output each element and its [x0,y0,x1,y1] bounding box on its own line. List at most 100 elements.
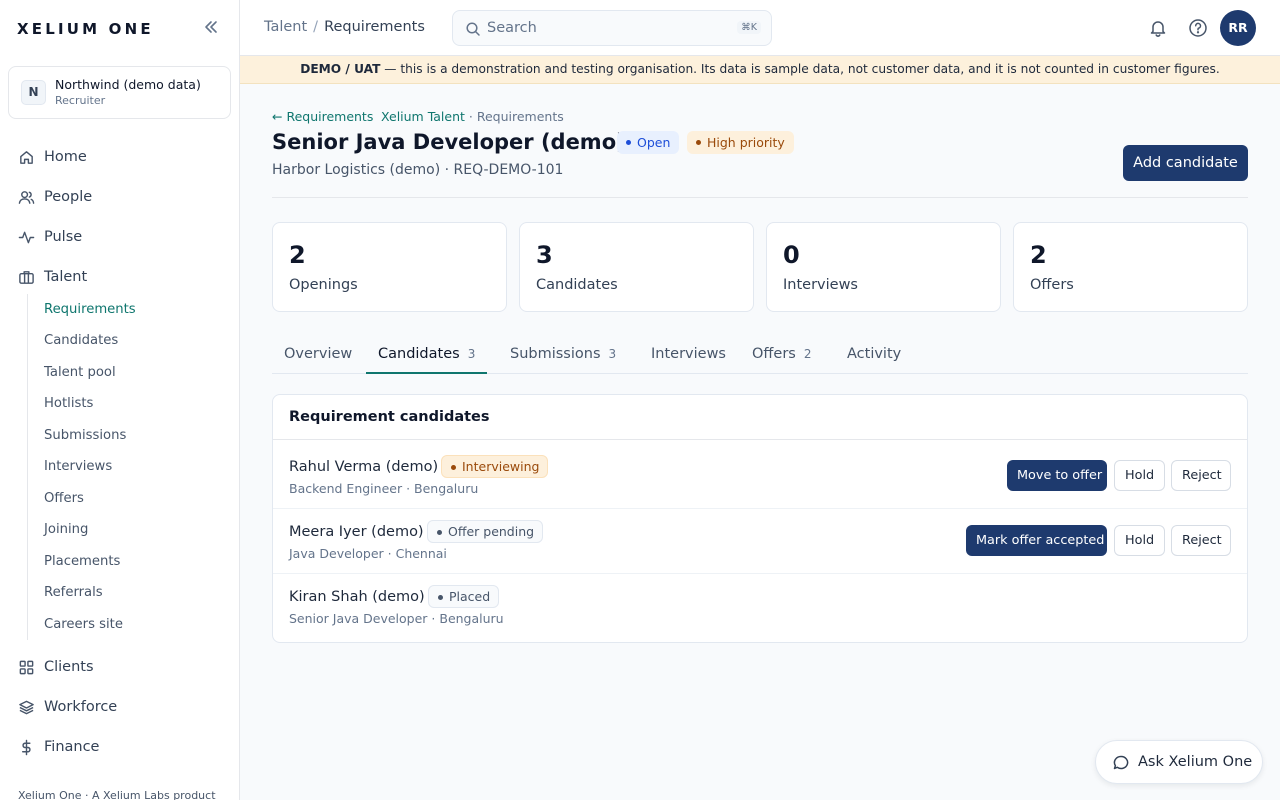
tab-overview[interactable]: Overview [272,334,364,373]
tab-label: Activity [847,346,902,362]
requirement-path: Xelium Talent · Requirements [381,109,564,124]
stat-card-openings: 2 Openings [272,222,507,312]
candidate-meta: Backend Engineer · Bengaluru [289,481,479,496]
home-icon [20,150,33,164]
subnav-offers[interactable]: Offers [44,491,84,506]
tab-submissions[interactable]: Submissions 3 [498,334,628,373]
tab-offers[interactable]: Offers 2 [740,334,823,373]
ask-assistant-label: Ask Xelium One [1138,754,1253,770]
page-title: Senior Java Developer (demo) [272,130,626,154]
breadcrumb-requirements: Requirements [324,19,425,35]
org-switcher[interactable]: N Northwind (demo data) Recruiter [8,66,231,119]
nav-item-label: People [44,189,93,205]
path-app-link[interactable]: Xelium Talent [381,109,465,124]
org-name: Northwind (demo data) [55,77,201,92]
tab-count: 2 [803,347,812,361]
nav-item-finance[interactable]: Finance [8,731,231,763]
tab-label: Candidates [378,346,460,362]
panel-title: Requirement candidates [289,409,490,425]
search-input[interactable] [487,18,727,38]
breadcrumb: Talent / Requirements [264,19,425,35]
header-divider [272,197,1248,198]
move-to-offer-button[interactable]: Move to offer [1007,460,1107,491]
bell-icon[interactable] [1148,18,1168,38]
path-rest: · Requirements [464,109,564,124]
breadcrumb-talent[interactable]: Talent [264,19,307,35]
stat-card-candidates: 3 Candidates [519,222,754,312]
user-avatar[interactable]: RR [1220,10,1256,46]
search-icon [466,22,480,36]
activity-icon [18,231,35,243]
org-role: Recruiter [55,94,106,107]
candidate-name[interactable]: Kiran Shah (demo) [289,589,425,605]
banner-text: — this is a demonstration and testing or… [380,62,1220,76]
nav-item-talent[interactable]: Talent [8,261,231,293]
requirement-candidates-panel: Requirement candidates Rahul Verma (demo… [272,394,1248,643]
candidate-status-badge: Offer pending [427,520,544,543]
candidate-name[interactable]: Rahul Verma (demo) [289,459,438,475]
stat-value: 3 [536,241,553,269]
requirement-subtitle: Harbor Logistics (demo) · REQ-DEMO-101 [272,162,564,178]
tab-label: Offers [752,346,796,362]
stat-value: 2 [1030,241,1047,269]
stat-value: 2 [289,241,306,269]
collapse-sidebar-icon[interactable] [202,18,220,36]
subnav-submissions[interactable]: Submissions [44,428,126,443]
hold-button[interactable]: Hold [1114,525,1165,556]
panel-header: Requirement candidates [273,395,1247,440]
mark-offer-accepted-button[interactable]: Mark offer accepted [966,525,1107,556]
banner-label: DEMO / UAT [300,62,381,76]
reject-button[interactable]: Reject [1171,460,1231,491]
subnav-hotlists[interactable]: Hotlists [44,396,93,411]
ask-assistant-button[interactable]: Ask Xelium One [1095,740,1263,784]
subnav-candidates[interactable]: Candidates [44,333,118,348]
nav-item-label: Finance [44,739,100,755]
nav-item-people[interactable]: People [8,181,231,213]
subnav-referrals[interactable]: Referrals [44,585,103,600]
hold-button[interactable]: Hold [1114,460,1165,491]
search-shortcut: ⌘K [737,21,761,34]
dollar-icon [22,739,31,755]
sidebar-footer: Xelium One · A Xelium Labs product [18,789,216,800]
nav-item-label: Talent [44,269,88,285]
status-badge: Open [617,131,680,154]
stat-value: 0 [783,241,800,269]
candidate-meta: Senior Java Developer · Bengaluru [289,611,504,626]
tab-activity[interactable]: Activity [835,334,913,373]
nav-item-pulse[interactable]: Pulse [8,221,231,253]
stat-label: Candidates [536,277,618,293]
brand-logo: XELIUM ONE [17,20,154,38]
stat-label: Offers [1030,277,1074,293]
nav-item-clients[interactable]: Clients [8,651,231,683]
tab-candidates[interactable]: Candidates 3 [366,334,488,374]
subnav-talent-pool[interactable]: Talent pool [44,365,116,380]
nav-item-workforce[interactable]: Workforce [8,691,231,723]
subnav-careers-site[interactable]: Careers site [44,617,123,632]
help-icon[interactable] [1188,18,1208,38]
candidate-name[interactable]: Meera Iyer (demo) [289,524,424,540]
subnav-joining[interactable]: Joining [44,522,88,537]
subnav-placements[interactable]: Placements [44,554,120,569]
tab-label: Submissions [510,346,601,362]
nav-item-label: Workforce [44,699,118,715]
back-to-requirements-link[interactable]: ← Requirements [272,109,373,124]
tab-label: Overview [284,346,353,362]
stat-card-interviews: 0 Interviews [766,222,1001,312]
org-avatar: N [21,80,46,105]
tab-label: Interviews [651,346,726,362]
candidate-row: Kiran Shah (demo) Placed Senior Java Dev… [273,574,1247,639]
add-candidate-button[interactable]: Add candidate [1123,145,1248,181]
nav-item-label: Home [44,149,87,165]
candidate-status-badge: Placed [428,585,500,608]
tab-interviews[interactable]: Interviews [639,334,738,373]
candidate-row: Rahul Verma (demo) Interviewing Backend … [273,444,1247,509]
global-search[interactable]: ⌘K [452,10,772,46]
candidate-meta: Java Developer · Chennai [289,546,447,561]
reject-button[interactable]: Reject [1171,525,1231,556]
subnav-requirements[interactable]: Requirements [44,302,136,317]
nav-item-label: Clients [44,659,94,675]
briefcase-icon [19,270,34,284]
nav-item-home[interactable]: Home [8,141,231,173]
subnav-interviews[interactable]: Interviews [44,459,112,474]
sidebar: XELIUM ONE N Northwind (demo data) Recru… [0,0,240,800]
